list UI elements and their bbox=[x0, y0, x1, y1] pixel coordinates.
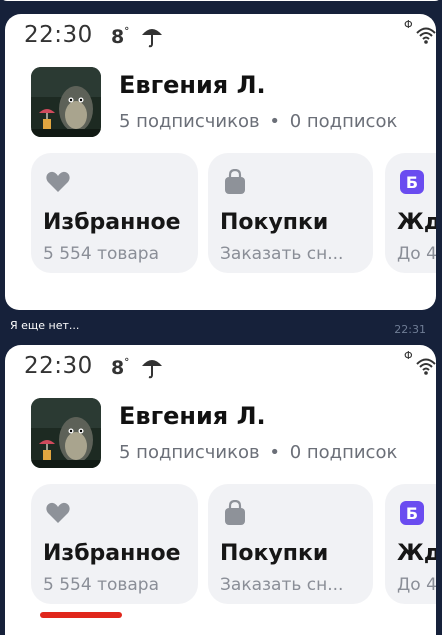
bag-icon bbox=[225, 500, 245, 525]
profile-name: Евгения Л. bbox=[119, 402, 266, 430]
purchases-card[interactable]: Покупки Заказать сн... bbox=[208, 484, 373, 604]
avatar-image bbox=[31, 67, 101, 137]
wifi-icon bbox=[416, 358, 436, 375]
avatar[interactable] bbox=[31, 398, 101, 468]
stats-separator: • bbox=[269, 111, 280, 132]
card-title: Покупки bbox=[220, 210, 329, 235]
subscriptions-count[interactable]: 0 подписок bbox=[290, 442, 398, 463]
profile-name: Евгения Л. bbox=[119, 71, 266, 99]
badge-letter: Б bbox=[406, 173, 418, 192]
card-title: Покупки bbox=[220, 541, 329, 566]
b-badge-icon: Б bbox=[400, 170, 424, 194]
status-temperature: 8° bbox=[111, 25, 130, 48]
chat-message[interactable]: Я еще нет... 22:31 bbox=[0, 310, 442, 345]
waiting-card[interactable]: Б Жд До 4 bbox=[385, 484, 436, 604]
profile-stats: 5 подписчиков • 0 подписок bbox=[119, 111, 397, 132]
status-bar: 22:30 8° Φ bbox=[5, 345, 436, 389]
subscribers-count[interactable]: 5 подписчиков bbox=[119, 111, 260, 132]
heart-icon bbox=[46, 171, 70, 192]
favorites-card[interactable]: Избранное 5 554 товара bbox=[31, 484, 198, 604]
subscribers-count[interactable]: 5 подписчиков bbox=[119, 442, 260, 463]
badge-letter: Б bbox=[406, 504, 418, 523]
favorites-card[interactable]: Избранное 5 554 товара bbox=[31, 153, 198, 273]
status-temperature: 8° bbox=[111, 356, 130, 379]
status-time: 22:30 bbox=[24, 353, 93, 379]
card-subtitle: 5 554 товара bbox=[43, 575, 160, 595]
card-title: Избранное bbox=[43, 541, 181, 566]
profile-stats: 5 подписчиков • 0 подписок bbox=[119, 442, 397, 463]
purchases-card[interactable]: Покупки Заказать сн... bbox=[208, 153, 373, 273]
card-subtitle: Заказать сн... bbox=[220, 575, 344, 595]
b-badge-icon: Б bbox=[400, 501, 424, 525]
wifi-icon bbox=[416, 27, 436, 44]
stats-separator: • bbox=[269, 442, 280, 463]
sim-icon: Φ bbox=[404, 349, 413, 362]
message-text: Я еще нет... bbox=[10, 319, 80, 332]
status-time: 22:30 bbox=[24, 22, 93, 48]
waiting-card[interactable]: Б Жд До 4 bbox=[385, 153, 436, 273]
message-time: 22:31 bbox=[394, 323, 426, 336]
status-bar: 22:30 8° Φ bbox=[5, 14, 436, 58]
sim-icon: Φ bbox=[404, 18, 413, 31]
heart-icon bbox=[46, 502, 70, 523]
umbrella-icon bbox=[142, 29, 162, 48]
profile-screenshot-2[interactable]: 22:30 8° Φ Евгения Л. 5 подписчиков • 0 … bbox=[5, 345, 436, 635]
umbrella-icon bbox=[142, 360, 162, 379]
red-underline-annotation bbox=[40, 612, 122, 618]
subscriptions-count[interactable]: 0 подписок bbox=[290, 111, 398, 132]
avatar-image bbox=[31, 398, 101, 468]
card-title: Жд bbox=[397, 210, 436, 235]
card-title: Жд bbox=[397, 541, 436, 566]
profile-screenshot-1[interactable]: 22:30 8° Φ Евгения Л. 5 подписчиков • 0 … bbox=[5, 14, 436, 310]
previous-message-edge bbox=[0, 0, 442, 1]
card-subtitle: До 4 bbox=[397, 244, 436, 264]
card-title: Избранное bbox=[43, 210, 181, 235]
avatar[interactable] bbox=[31, 67, 101, 137]
card-subtitle: Заказать сн... bbox=[220, 244, 344, 264]
card-subtitle: 5 554 товара bbox=[43, 244, 160, 264]
card-subtitle: До 4 bbox=[397, 575, 436, 595]
bag-icon bbox=[225, 169, 245, 194]
